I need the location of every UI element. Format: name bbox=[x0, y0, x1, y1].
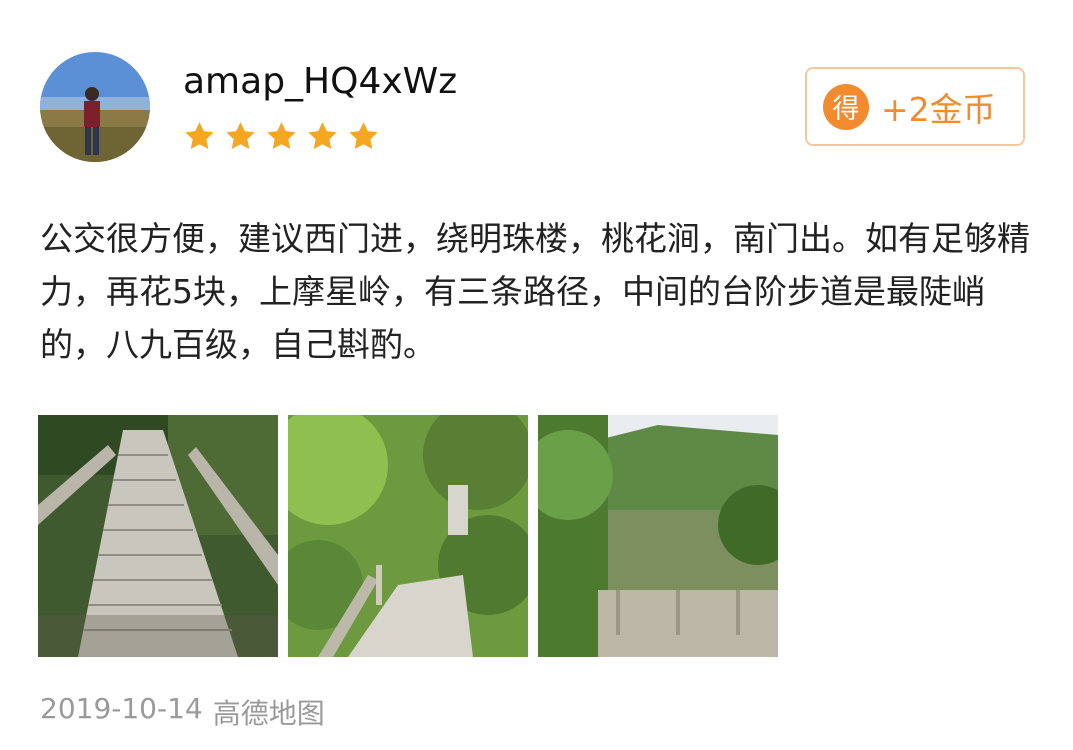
star-icon bbox=[349, 122, 378, 150]
review-meta: 2019-10-14 高德地图 bbox=[40, 692, 325, 732]
coin-reward-badge[interactable]: 得 +2金币 bbox=[805, 67, 1025, 146]
photo-gallery bbox=[38, 415, 778, 657]
star-icon bbox=[226, 122, 255, 150]
stone-stairs-photo-icon bbox=[38, 415, 278, 657]
star-icon bbox=[267, 122, 296, 150]
user-avatar[interactable] bbox=[40, 52, 150, 162]
username[interactable]: amap_HQ4xWz bbox=[183, 58, 457, 106]
review-date: 2019-10-14 bbox=[40, 692, 203, 725]
review-photo-2[interactable] bbox=[288, 415, 528, 657]
lake-bridge-photo-icon bbox=[538, 415, 778, 657]
forest-path-photo-icon bbox=[288, 415, 528, 657]
coin-icon: 得 bbox=[823, 83, 869, 130]
review-card: amap_HQ4xWz 得 +2金币 公交很方便，建议西门进，绕明珠楼，桃花涧，… bbox=[0, 0, 1073, 750]
review-photo-3[interactable] bbox=[538, 415, 778, 657]
review-source: 高德地图 bbox=[212, 697, 325, 730]
review-photo-1[interactable] bbox=[38, 415, 278, 657]
rating-stars bbox=[183, 120, 380, 158]
avatar-photo-icon bbox=[40, 52, 150, 162]
star-icon bbox=[185, 122, 214, 150]
star-icon bbox=[308, 122, 337, 150]
coin-reward-label: +2金币 bbox=[881, 89, 996, 129]
review-text: 公交很方便，建议西门进，绕明珠楼，桃花涧，南门出。如有足够精力，再花5块，上摩星… bbox=[40, 219, 1030, 364]
